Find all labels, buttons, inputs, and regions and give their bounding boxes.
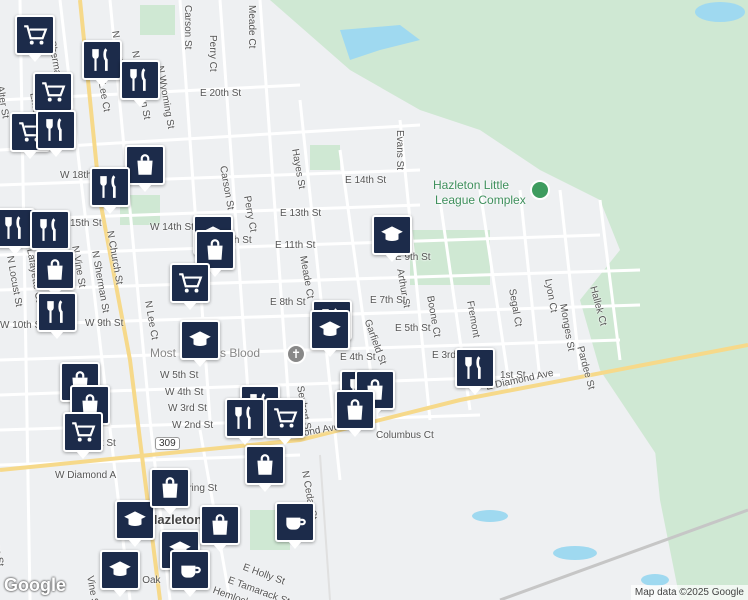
school-icon — [379, 222, 405, 248]
fork-knife-pin[interactable] — [37, 292, 77, 339]
school-pin[interactable] — [100, 550, 140, 597]
cart-icon — [40, 79, 66, 105]
fork-knife-icon — [89, 47, 115, 73]
fork-knife-pin[interactable] — [36, 110, 76, 157]
fork-knife-icon — [2, 215, 28, 241]
street-label: Columbus Ct — [376, 430, 434, 441]
street-label: W 9th St — [85, 318, 124, 329]
street-label: E 3rd — [432, 350, 456, 361]
fork-knife-icon — [37, 217, 63, 243]
church-icon[interactable]: ✝ — [286, 344, 306, 364]
street-label: Carson St — [182, 5, 193, 50]
map-view[interactable]: Hazleton Little League Complex Most Prec… — [0, 0, 748, 600]
bag-icon — [202, 237, 228, 263]
map-attribution: Map data ©2025 Google — [630, 585, 748, 600]
street-label: W 5th St — [160, 370, 199, 381]
street-label: W Diamond A — [55, 470, 117, 481]
street-label: E 20th St — [200, 88, 242, 99]
coffee-icon — [177, 557, 203, 583]
coffee-icon — [282, 509, 308, 535]
street-label: W 4th St — [165, 387, 204, 398]
street-label: E 4th St — [340, 352, 376, 363]
fork-knife-pin[interactable] — [120, 60, 160, 107]
street-label: E 7th St — [370, 295, 406, 306]
bag-icon — [42, 257, 68, 283]
bag-pin[interactable] — [125, 145, 165, 192]
bag-pin[interactable] — [35, 250, 75, 297]
bag-pin[interactable] — [150, 468, 190, 515]
street-label: E 11th St — [275, 240, 316, 251]
fork-knife-icon — [43, 117, 69, 143]
fork-knife-icon — [232, 405, 258, 431]
bag-icon — [157, 475, 183, 501]
street-label: W 2nd St — [172, 420, 214, 431]
fork-knife-pin[interactable] — [90, 167, 130, 214]
street-label: E 13th St — [280, 208, 322, 219]
bag-pin[interactable] — [200, 505, 240, 552]
cart-icon — [272, 405, 298, 431]
school-pin[interactable] — [180, 320, 220, 367]
highway-shield: 309 — [155, 437, 180, 450]
cart-pin[interactable] — [170, 263, 210, 310]
street-label: E 5th St — [395, 323, 431, 334]
street-label: Evans St — [394, 130, 405, 171]
street-label: 15th St — [70, 218, 102, 229]
park-marker-icon[interactable] — [530, 180, 550, 200]
school-pin[interactable] — [310, 310, 350, 357]
street-label: E 8th St — [270, 297, 306, 308]
fork-knife-pin[interactable] — [30, 210, 70, 257]
fork-knife-icon — [462, 355, 488, 381]
school-pin[interactable] — [115, 500, 155, 547]
google-logo: Google — [4, 575, 66, 595]
bag-icon — [252, 452, 278, 478]
cart-icon — [177, 270, 203, 296]
bag-pin[interactable] — [245, 445, 285, 492]
street-label: W 14th St — [150, 222, 194, 233]
street-label: E 14th St — [345, 175, 387, 186]
cart-pin[interactable] — [15, 15, 55, 62]
school-icon — [187, 327, 213, 353]
street-label: Perry Ct — [207, 35, 218, 72]
cart-pin[interactable] — [63, 412, 103, 459]
bag-icon — [342, 397, 368, 423]
fork-knife-icon — [127, 67, 153, 93]
fork-knife-pin[interactable] — [455, 348, 495, 395]
street-label: Meade Ct — [246, 5, 257, 49]
fork-knife-pin[interactable] — [82, 40, 122, 87]
school-pin[interactable] — [372, 215, 412, 262]
cart-pin[interactable] — [265, 398, 305, 445]
fork-knife-pin[interactable] — [225, 398, 265, 445]
cart-icon — [22, 22, 48, 48]
coffee-pin[interactable] — [170, 550, 210, 597]
bag-pin[interactable] — [335, 390, 375, 437]
school-icon — [317, 317, 343, 343]
bag-icon — [207, 512, 233, 538]
coffee-pin[interactable] — [275, 502, 315, 549]
school-icon — [107, 557, 133, 583]
fork-knife-icon — [44, 299, 70, 325]
school-icon — [122, 507, 148, 533]
bag-icon — [132, 152, 158, 178]
league-complex-label-2: League Complex — [435, 193, 526, 207]
cart-pin[interactable] — [33, 72, 73, 119]
fork-knife-icon — [97, 174, 123, 200]
street-label: W 3rd St — [168, 403, 207, 414]
cart-icon — [70, 419, 96, 445]
league-complex-label-1: Hazleton Little — [433, 178, 510, 192]
